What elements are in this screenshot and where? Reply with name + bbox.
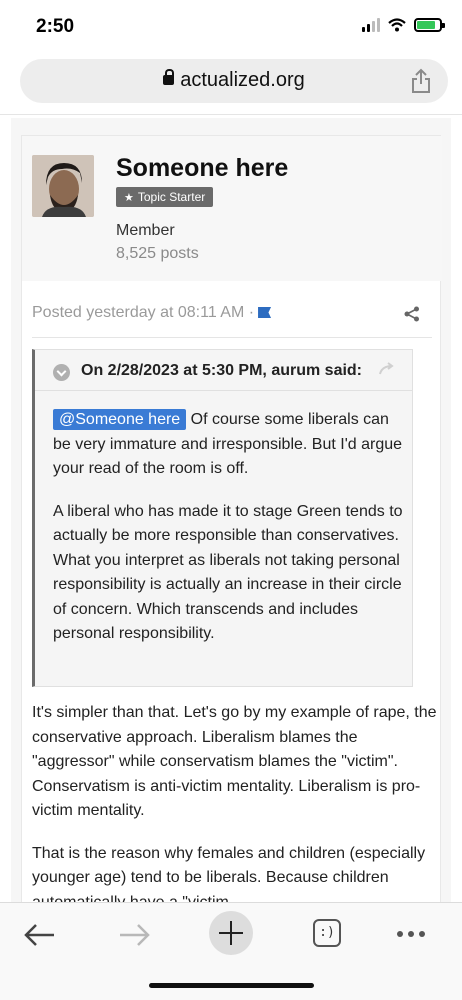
author-info: Someone here ★ Topic Starter Member 8,525… [22, 136, 442, 281]
address-bar[interactable]: actualized.org [20, 59, 448, 103]
post-meta: Posted yesterday at 08:11 AM · [32, 304, 272, 322]
avatar-image [32, 155, 94, 217]
post-date[interactable]: Posted yesterday at 08:11 AM · [32, 304, 254, 321]
tabs-button[interactable]: :) [313, 919, 341, 947]
author-name[interactable]: Someone here [116, 154, 288, 183]
back-arrow-icon[interactable] [18, 915, 62, 955]
star-icon: ★ [124, 192, 134, 204]
collapse-chevron-icon[interactable] [53, 364, 70, 381]
quote-paragraph: @Someone here Of course some liberals ca… [53, 408, 403, 482]
home-indicator[interactable] [149, 983, 314, 988]
wifi-icon [388, 18, 406, 32]
new-tab-plus-icon[interactable] [209, 911, 253, 955]
battery-charging-icon [414, 18, 445, 32]
forward-arrow-icon[interactable] [112, 915, 156, 955]
post-paragraph: It's simpler than that. Let's go by my e… [32, 704, 437, 819]
share-post-icon[interactable] [404, 306, 420, 322]
status-time: 2:50 [36, 16, 75, 37]
user-mention[interactable]: @Someone here [53, 409, 187, 430]
avatar[interactable] [32, 155, 94, 217]
quote-paragraph: A liberal who has made it to stage Green… [53, 502, 403, 643]
author-role: Member [116, 222, 175, 239]
share-button-icon[interactable] [410, 68, 432, 94]
report-flag-icon[interactable] [258, 307, 272, 318]
topic-starter-badge: ★ Topic Starter [116, 187, 214, 207]
lock-icon [163, 69, 175, 85]
quote-block: On 2/28/2023 at 5:30 PM, aurum said: @So… [32, 349, 413, 687]
quote-header[interactable]: On 2/28/2023 at 5:30 PM, aurum said: [35, 350, 413, 391]
go-to-quoted-post-icon[interactable] [378, 362, 396, 376]
post-paragraph: That is the reason why females and child… [32, 844, 426, 903]
more-menu-icon[interactable] [397, 931, 425, 937]
quote-citation: On 2/28/2023 at 5:30 PM, aurum said: [81, 362, 363, 379]
url-text: actualized.org [180, 69, 305, 91]
post-body: It's simpler than that. Let's go by my e… [32, 701, 437, 902]
meta-divider [32, 337, 432, 338]
status-bar: 2:50 [0, 0, 462, 54]
badge-label: Topic Starter [137, 190, 206, 204]
author-post-count: 8,525 posts [116, 245, 199, 262]
url-display[interactable]: actualized.org [20, 69, 448, 92]
forum-post: Someone here ★ Topic Starter Member 8,525… [21, 135, 442, 902]
header-divider [0, 114, 462, 115]
cellular-signal-icon [362, 18, 380, 32]
status-icons [362, 18, 445, 32]
page-content: Someone here ★ Topic Starter Member 8,525… [11, 118, 451, 902]
quote-body: @Someone here Of course some liberals ca… [53, 408, 403, 665]
